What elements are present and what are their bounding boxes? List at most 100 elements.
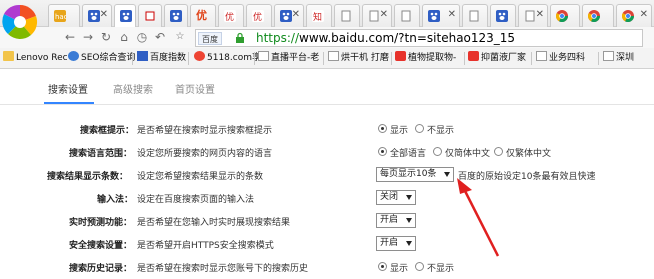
radio-label: 仅繁体中文	[506, 149, 552, 159]
site-icon	[468, 51, 479, 61]
setting-row-history: 搜索历史记录： 是否希望在搜索时显示您账号下的搜索历史 显示 不显示	[0, 257, 654, 279]
bookmark-separator	[323, 52, 324, 65]
chrome-icon	[622, 10, 634, 22]
radio-label: 显示	[390, 264, 409, 274]
select-value: 开启	[380, 238, 399, 248]
setting-row-instant-predict: 实时预测功能： 是否希望在您输入时实时展现搜索结果 开启	[0, 211, 654, 233]
tab-page-4[interactable]	[462, 4, 488, 27]
instant-predict-select[interactable]: 开启	[376, 213, 416, 228]
setting-row-input-method: 输入法： 设定在百度搜索页面的输入法 关闭	[0, 188, 654, 210]
setting-label: 搜索语言范围：	[69, 149, 133, 159]
input-method-select[interactable]: 关闭	[376, 190, 416, 205]
bookmark-label: 抑菌液厂家	[481, 53, 527, 63]
bookmark-antibacterial[interactable]: 抑菌液厂家	[468, 51, 526, 66]
radio-label: 显示	[390, 126, 409, 136]
radio-hide[interactable]	[415, 124, 424, 133]
baidu-paw-icon	[120, 10, 132, 22]
chevron-down-icon	[444, 172, 450, 177]
bookmark-label: 植物提取物-	[408, 53, 457, 63]
bookmark-separator	[598, 52, 599, 65]
tab-page-2[interactable]: ✕	[362, 4, 392, 27]
bookmark-5118[interactable]: 5118.com享	[194, 51, 261, 66]
bookmark-label: 深圳	[616, 53, 635, 63]
tab-baidu-4[interactable]: ✕	[274, 4, 304, 27]
radio-all-languages[interactable]	[378, 147, 387, 156]
history-icon[interactable]: ◷	[134, 29, 150, 45]
site-icon	[194, 51, 205, 61]
tab-youku-1[interactable]: 优	[218, 4, 244, 27]
https-select[interactable]: 开启	[376, 236, 416, 251]
back-icon[interactable]: ←	[62, 29, 78, 45]
bookmark-separator	[188, 52, 189, 65]
tab-page-3[interactable]	[394, 4, 420, 27]
radio-history-hide[interactable]	[415, 262, 424, 271]
tab-chrome-2[interactable]	[582, 4, 614, 27]
bookmark-baidu-index[interactable]: 百度指数	[137, 51, 186, 66]
tab-close-icon[interactable]: ✕	[380, 8, 388, 22]
reload-icon[interactable]: ↻	[98, 29, 114, 45]
tab-homepage-settings[interactable]: 首页设置	[175, 81, 215, 96]
radio-show[interactable]	[378, 124, 387, 133]
baidu-paw-icon	[280, 10, 292, 22]
settings-tabs: 搜索设置 高级搜索 首页设置	[0, 69, 654, 105]
browser-logo-icon[interactable]	[0, 0, 44, 44]
undo-icon[interactable]: ↶	[152, 29, 168, 45]
tab-close-icon[interactable]: ✕	[640, 8, 648, 22]
bookmark-separator	[254, 52, 255, 65]
tab-baidu-3[interactable]	[164, 4, 188, 27]
tab-search-settings[interactable]: 搜索设置	[48, 81, 88, 96]
tab-youku-2[interactable]: 优	[246, 4, 272, 27]
site-icon	[395, 51, 406, 61]
tab-baidu-6[interactable]	[490, 4, 516, 27]
home-icon[interactable]: ⌂	[116, 29, 132, 45]
tab-chrome-3[interactable]: ✕	[616, 4, 652, 27]
results-per-page-select[interactable]: 每页显示10条	[376, 167, 454, 182]
tab-close-icon[interactable]: ✕	[536, 8, 544, 22]
tab-baidu-1[interactable]: ✕	[82, 4, 112, 27]
tab-page-5[interactable]: ✕	[518, 4, 548, 27]
url-input[interactable]: 百度 https://www.baidu.com/?tn=sitehao123_…	[195, 29, 643, 47]
page-icon	[258, 51, 269, 61]
bookmark-label: 直播平台-老	[271, 53, 320, 63]
bookmark-seo[interactable]: SEO综合查询	[68, 51, 135, 66]
svg-text:hao: hao	[55, 13, 66, 21]
site-icon	[68, 51, 79, 61]
bookmark-separator	[464, 52, 465, 65]
tab-advanced-search[interactable]: 高级搜索	[113, 81, 153, 96]
setting-label: 搜索历史记录：	[69, 264, 133, 274]
radio-history-show[interactable]	[378, 262, 387, 271]
page-blank-icon	[341, 10, 351, 22]
svg-text:优: 优	[225, 11, 234, 22]
tab-baidu-2[interactable]	[114, 4, 136, 27]
bookmark-lenovo[interactable]: Lenovo Rec	[3, 51, 68, 66]
tab-baidu-5[interactable]: ✕	[422, 4, 460, 27]
tab-youhui[interactable]: 优	[190, 4, 216, 27]
bookmark-live[interactable]: 直播平台-老	[258, 51, 319, 66]
tab-close-icon[interactable]: ✕	[448, 8, 456, 22]
youhui-icon: 优	[196, 9, 207, 22]
tab-close-icon[interactable]: ✕	[292, 8, 300, 22]
bookmark-plant[interactable]: 植物提取物-	[395, 51, 456, 66]
setting-description: 设定您所要搜索的网页内容的语言	[137, 149, 273, 159]
radio-traditional-chinese[interactable]	[494, 147, 503, 156]
setting-row-suggestion: 搜索框提示： 是否希望在搜索时显示搜索框提示 显示 不显示	[0, 119, 654, 141]
setting-row-results-per-page: 搜索结果显示条数： 设定您希望搜索结果显示的条数 每页显示10条 百度的原始设定…	[0, 165, 654, 187]
tab-chrome-1[interactable]	[550, 4, 580, 27]
tab-page-blank[interactable]	[334, 4, 360, 27]
tab-page-red[interactable]: 知	[306, 4, 332, 27]
bookmark-dryer[interactable]: 烘干机 打磨	[328, 51, 389, 66]
bookmark-shenzhen[interactable]: 深圳	[603, 51, 634, 66]
youku-icon: 优	[224, 10, 236, 22]
lock-icon[interactable]	[234, 32, 246, 44]
setting-label: 安全搜索设置：	[69, 241, 133, 251]
favorite-star-icon[interactable]: ☆	[172, 29, 188, 45]
bookmark-business[interactable]: 业务四科	[536, 51, 585, 66]
setting-description: 是否希望在搜索时显示搜索框提示	[137, 126, 273, 136]
forward-icon[interactable]: →	[80, 29, 96, 45]
page-blank-icon	[525, 10, 535, 22]
radio-simplified-chinese[interactable]	[433, 147, 442, 156]
tab-tmall[interactable]	[138, 4, 162, 27]
tab-close-icon[interactable]: ✕	[100, 8, 108, 22]
select-value: 开启	[380, 215, 399, 225]
tab-hao123[interactable]: hao	[48, 4, 80, 27]
